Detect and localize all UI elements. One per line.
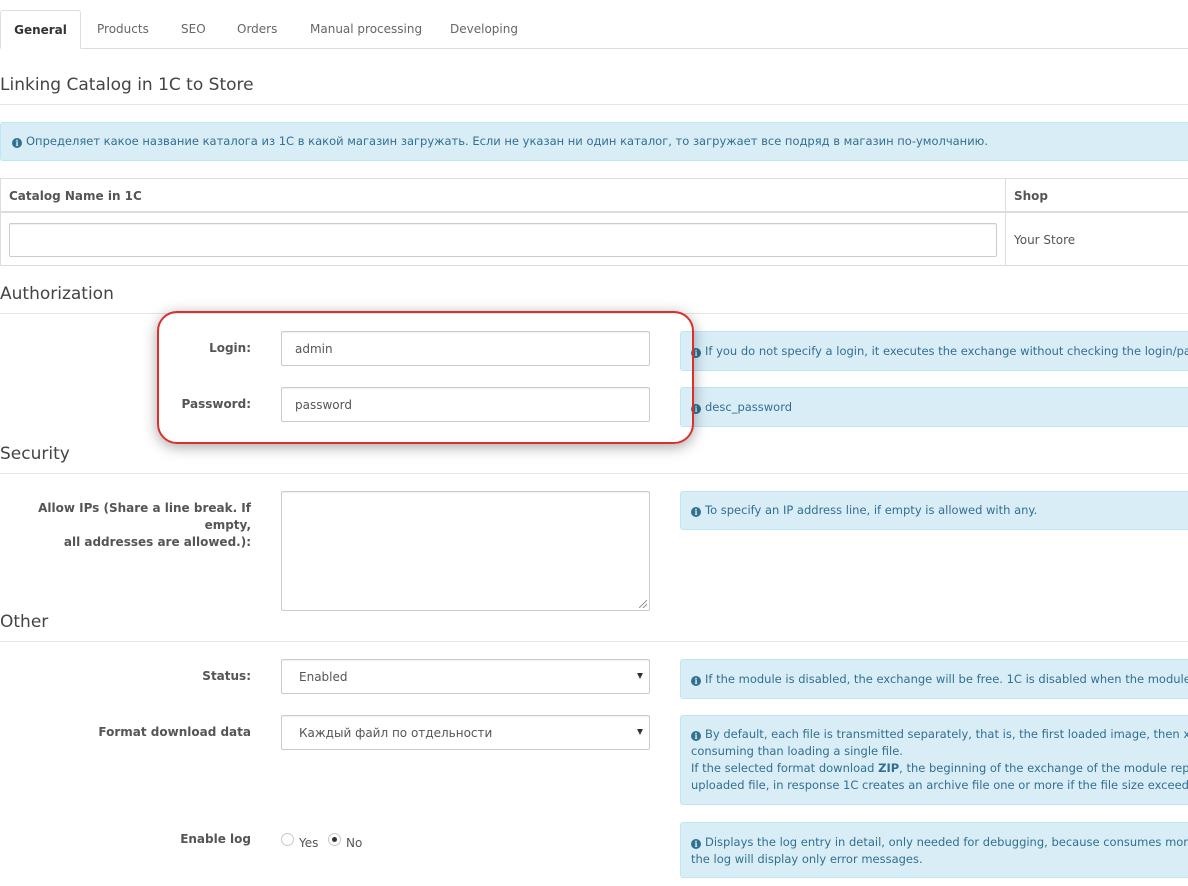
table-column-divider bbox=[1005, 179, 1006, 265]
divider bbox=[0, 641, 1188, 642]
shop-name-cell: Your Store bbox=[1014, 233, 1076, 247]
table-header-row bbox=[1, 179, 1188, 213]
allow-ips-label-line1: Allow IPs (Share a line break. If empty, bbox=[38, 501, 251, 532]
format-info-line2: consuming than loading a single file. bbox=[691, 744, 903, 758]
format-info-line3-bold: ZIP bbox=[878, 761, 900, 775]
format-download-info-alert: i By default, each file is transmitted se… bbox=[680, 715, 1188, 805]
linking-info-text: Определяет какое название каталога из 1С… bbox=[26, 134, 989, 148]
tab-general[interactable]: General bbox=[0, 10, 81, 49]
info-circle-icon: i bbox=[691, 731, 701, 741]
status-select-value: Enabled bbox=[299, 669, 348, 684]
format-download-select[interactable]: Каждый файл по отдельности bbox=[281, 715, 650, 750]
authorization-highlight-frame bbox=[157, 311, 694, 444]
info-circle-icon: i bbox=[691, 676, 701, 686]
tab-bar: General Products SEO Orders Manual proce… bbox=[0, 0, 1188, 49]
log-info-alert: i Displays the log entry in detail, only … bbox=[680, 822, 1188, 878]
enable-log-label: Enable log bbox=[180, 832, 251, 846]
col-shop-header: Shop bbox=[1014, 189, 1049, 203]
log-yes-radio[interactable] bbox=[281, 833, 294, 846]
tab-developing[interactable]: Developing bbox=[450, 10, 518, 48]
allow-ips-textarea[interactable] bbox=[281, 491, 650, 611]
status-select[interactable]: Enabled bbox=[281, 659, 650, 694]
log-no-radio[interactable] bbox=[328, 833, 341, 846]
log-info-line1: Displays the log entry in detail, only n… bbox=[705, 835, 1188, 849]
format-info-line3-post: , the beginning of the exchange of the m… bbox=[899, 761, 1188, 775]
tab-seo[interactable]: SEO bbox=[181, 10, 206, 48]
tab-manual-processing[interactable]: Manual processing bbox=[310, 10, 422, 48]
format-download-select-value: Каждый файл по отдельности bbox=[299, 725, 493, 740]
caret-down-icon bbox=[637, 729, 643, 735]
divider bbox=[0, 473, 1188, 474]
format-info-line4: uploaded file, in response 1C creates an… bbox=[691, 778, 1188, 792]
info-circle-icon: i bbox=[691, 507, 701, 517]
format-info-line1: By default, each file is transmitted sep… bbox=[705, 727, 1188, 741]
log-yes-label[interactable]: Yes bbox=[299, 836, 318, 850]
password-info-text: desc_password bbox=[705, 400, 793, 414]
linking-section-title: Linking Catalog in 1C to Store bbox=[0, 75, 254, 95]
authorization-section-title: Authorization bbox=[0, 284, 114, 304]
allow-ips-label: Allow IPs (Share a line break. If empty,… bbox=[0, 500, 251, 551]
linking-info-alert: i Определяет какое название каталога из 1… bbox=[0, 122, 1188, 161]
status-label: Status: bbox=[202, 669, 251, 683]
resize-handle-icon[interactable] bbox=[639, 600, 647, 608]
catalog-name-input[interactable] bbox=[9, 223, 997, 257]
caret-down-icon bbox=[637, 673, 643, 679]
allow-ips-label-line2: all addresses are allowed.): bbox=[63, 535, 251, 549]
tab-orders[interactable]: Orders bbox=[237, 10, 277, 48]
catalog-table: Catalog Name in 1C Shop Your Store bbox=[0, 178, 1188, 266]
info-circle-icon: i bbox=[691, 839, 701, 849]
status-info-text: If the module is disabled, the exchange … bbox=[705, 672, 1188, 686]
login-info-text: If you do not specify a login, it execut… bbox=[705, 344, 1188, 358]
log-info-line2: the log will display only error messages… bbox=[691, 852, 923, 866]
log-no-label[interactable]: No bbox=[346, 836, 362, 850]
login-info-alert: i If you do not specify a login, it execu… bbox=[680, 331, 1188, 371]
info-circle-icon: i bbox=[12, 138, 22, 148]
format-download-label: Format download data bbox=[98, 725, 251, 739]
tab-products[interactable]: Products bbox=[97, 10, 149, 48]
allow-ips-info-text: To specify an IP address line, if empty … bbox=[705, 503, 1038, 517]
security-section-title: Security bbox=[0, 444, 70, 464]
status-info-alert: i If the module is disabled, the exchange… bbox=[680, 659, 1188, 699]
allow-ips-info-alert: i To specify an IP address line, if empty… bbox=[680, 491, 1188, 530]
other-section-title: Other bbox=[0, 612, 49, 632]
col-catalog-name-header: Catalog Name in 1C bbox=[9, 189, 142, 203]
format-info-line3-pre: If the selected format download bbox=[691, 761, 879, 775]
password-info-alert: i desc_password bbox=[680, 387, 1188, 427]
divider bbox=[0, 104, 1188, 105]
